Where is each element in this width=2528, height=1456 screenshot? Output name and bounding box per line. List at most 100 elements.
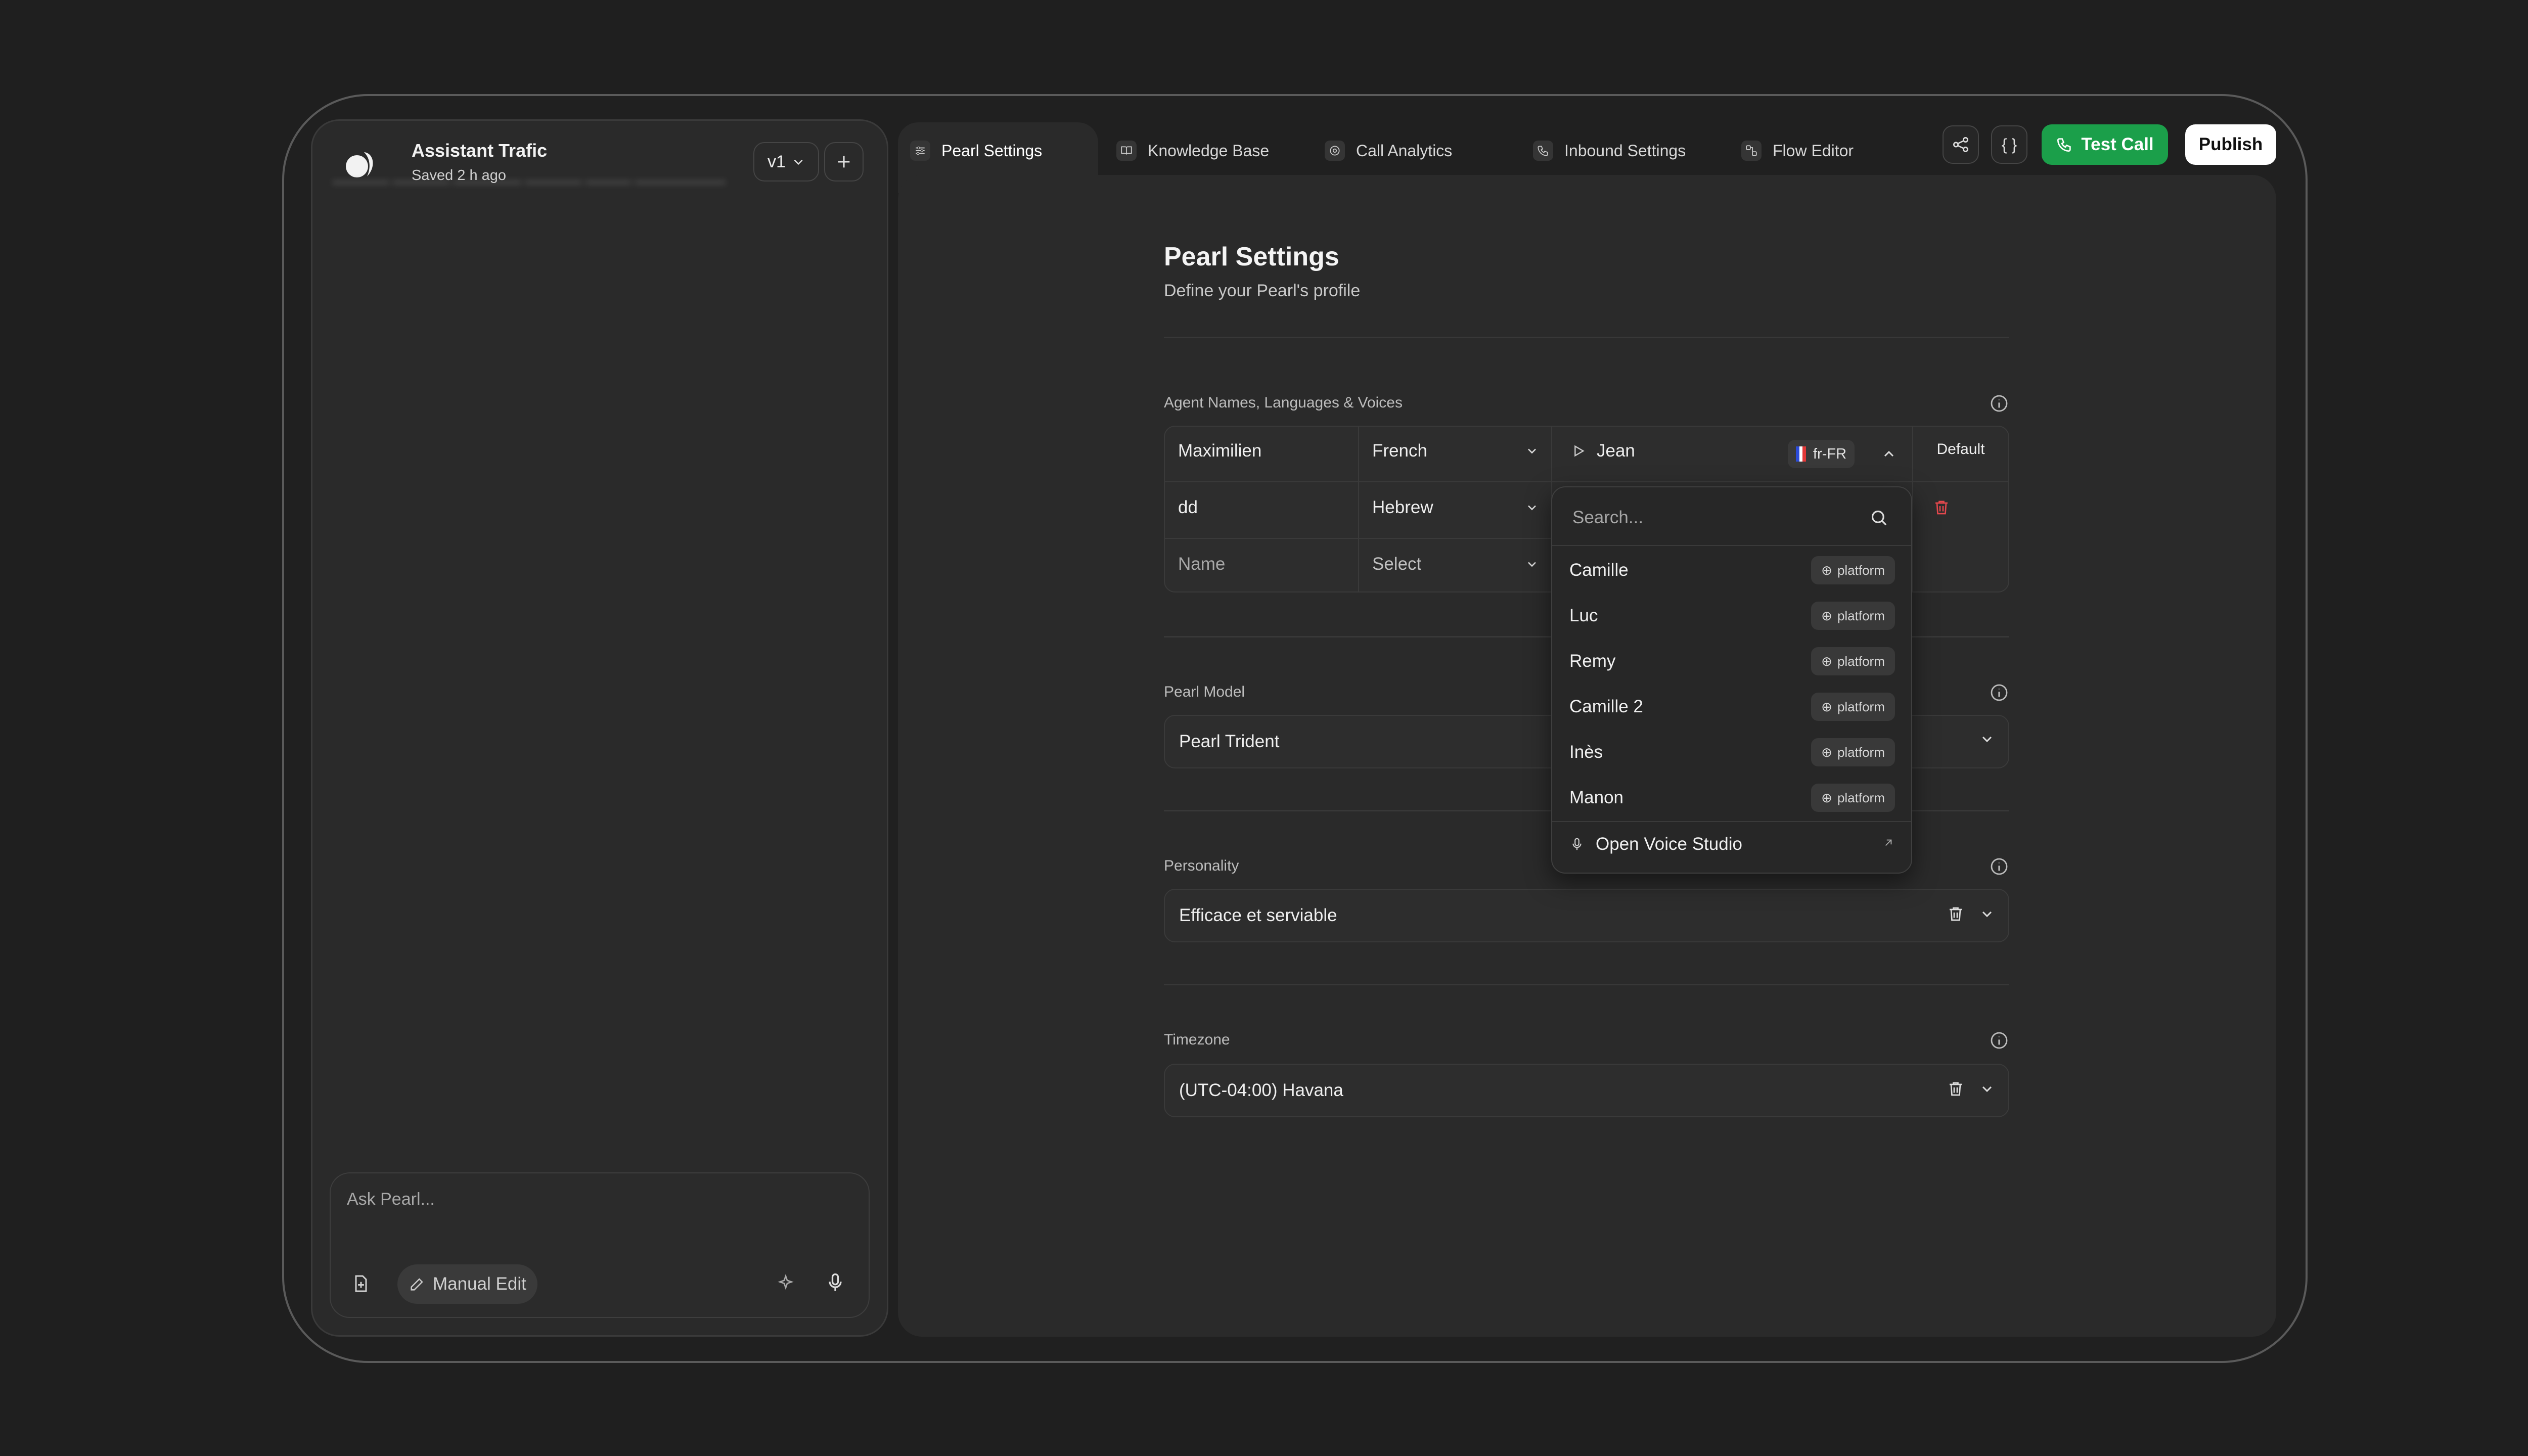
- dropdown-divider: [1552, 821, 1911, 822]
- play-icon[interactable]: [1570, 443, 1587, 459]
- chevron-down-icon[interactable]: [1979, 1081, 1995, 1097]
- row-divider: [1164, 481, 2009, 482]
- info-icon[interactable]: [1989, 1030, 2009, 1051]
- saved-status: Saved 2 h ago: [412, 167, 507, 184]
- page-subtitle: Define your Pearl's profile: [1164, 281, 1361, 300]
- chevron-up-icon[interactable]: [1881, 446, 1897, 462]
- tab-label: Flow Editor: [1773, 141, 1854, 160]
- globe-icon: ⊕: [1821, 653, 1832, 669]
- external-link-icon: [1885, 839, 1892, 846]
- publish-button[interactable]: Publish: [2185, 124, 2276, 165]
- trash-icon[interactable]: [1947, 1080, 1965, 1098]
- badge-label: platform: [1837, 562, 1885, 578]
- new-version-button[interactable]: [824, 142, 864, 181]
- personality-section-label: Personality: [1164, 857, 1239, 874]
- timezone-value: (UTC-04:00) Havana: [1179, 1080, 1343, 1100]
- blurred-background-text: ▁▁▁▁▁ ▁▁▁▁▁ ▁▁▁▁▁▁ ▁▁▁▁▁ ▁▁▁▁ ▁▁▁▁▁▁▁▁: [333, 167, 726, 184]
- voice-option-luc[interactable]: Luc: [1569, 606, 1598, 626]
- share-button[interactable]: [1943, 125, 1979, 164]
- tab-flow-editor[interactable]: Flow Editor: [1741, 135, 1854, 166]
- agent-name-input[interactable]: Name: [1178, 554, 1225, 574]
- trash-icon[interactable]: [1932, 498, 1951, 517]
- personality-select[interactable]: Efficace et serviable: [1164, 889, 2009, 942]
- version-label: v1: [768, 152, 786, 171]
- voice-option-camille[interactable]: Camille: [1569, 560, 1629, 580]
- chat-input[interactable]: Ask Pearl...: [347, 1190, 435, 1209]
- french-flag-icon: [1796, 446, 1807, 462]
- open-voice-studio-label: Open Voice Studio: [1596, 834, 1742, 854]
- info-icon[interactable]: [1989, 393, 2009, 414]
- voice-option-remy[interactable]: Remy: [1569, 651, 1615, 671]
- badge-label: platform: [1837, 790, 1885, 805]
- tab-call-analytics[interactable]: Call Analytics: [1325, 135, 1452, 166]
- chevron-down-icon[interactable]: [1979, 906, 1995, 922]
- platform-badge: ⊕ platform: [1811, 693, 1895, 721]
- voice-dropdown: Search... Camille ⊕ platform Luc ⊕ platfor…: [1551, 486, 1912, 874]
- microphone-icon[interactable]: [824, 1271, 846, 1294]
- agents-section-label: Agent Names, Languages & Voices: [1164, 394, 1403, 411]
- tab-label: Pearl Settings: [941, 141, 1043, 160]
- badge-label: platform: [1837, 653, 1885, 669]
- agent-language-select[interactable]: Select: [1372, 554, 1539, 574]
- platform-badge: ⊕ platform: [1811, 784, 1895, 812]
- chart-icon: [1325, 141, 1345, 161]
- tab-label: Knowledge Base: [1148, 141, 1270, 160]
- assistant-name: Assistant Trafic: [412, 140, 548, 161]
- voice-option-ines[interactable]: Inès: [1569, 742, 1603, 762]
- language-value: Hebrew: [1372, 497, 1433, 517]
- manual-edit-label: Manual Edit: [433, 1274, 526, 1294]
- info-icon[interactable]: [1989, 856, 2009, 877]
- edit-icon: [411, 1278, 423, 1291]
- timezone-select[interactable]: (UTC-04:00) Havana: [1164, 1064, 2009, 1117]
- phone-incoming-icon: [1533, 141, 1553, 161]
- page-title: Pearl Settings: [1164, 242, 1339, 271]
- attach-file-icon[interactable]: [351, 1273, 371, 1294]
- tab-inbound-settings[interactable]: Inbound Settings: [1533, 135, 1686, 166]
- field-icons: [1947, 1080, 1995, 1098]
- platform-badge: ⊕ platform: [1811, 738, 1895, 766]
- agent-name-input[interactable]: dd: [1178, 497, 1198, 518]
- badge-label: platform: [1837, 699, 1885, 714]
- dropdown-divider: [1552, 545, 1911, 546]
- agent-voice-select[interactable]: Jean: [1570, 441, 1635, 461]
- info-icon[interactable]: [1989, 682, 2009, 703]
- model-section-label: Pearl Model: [1164, 684, 1245, 700]
- globe-icon: ⊕: [1821, 562, 1832, 578]
- divider: [1164, 337, 2009, 338]
- book-icon: [1116, 141, 1137, 161]
- open-voice-studio-link[interactable]: Open Voice Studio: [1569, 834, 1742, 854]
- test-call-button[interactable]: Test Call: [2042, 124, 2168, 165]
- voice-option-camille-2[interactable]: Camille 2: [1569, 697, 1643, 717]
- agent-language-select[interactable]: Hebrew: [1372, 497, 1539, 518]
- tab-knowledge-base[interactable]: Knowledge Base: [1116, 135, 1269, 166]
- plus-icon: [838, 156, 850, 168]
- tab-label: Inbound Settings: [1564, 141, 1686, 160]
- locale-badge: fr-FR: [1788, 440, 1855, 468]
- personality-value: Efficace et serviable: [1179, 905, 1337, 925]
- voice-option-manon[interactable]: Manon: [1569, 788, 1623, 808]
- divider: [1164, 984, 2009, 985]
- chat-composer: Ask Pearl... Manual Edit: [330, 1172, 870, 1318]
- code-button[interactable]: { }: [1991, 125, 2027, 164]
- locale-value: fr-FR: [1813, 445, 1847, 462]
- default-tag: Default: [1936, 441, 1985, 458]
- trash-icon[interactable]: [1947, 905, 1965, 923]
- manual-edit-button[interactable]: Manual Edit: [397, 1264, 537, 1304]
- agent-name-input[interactable]: Maximilien: [1178, 441, 1261, 461]
- chevron-down-icon: [1528, 562, 1536, 567]
- language-value: Select: [1372, 554, 1422, 574]
- agent-language-select[interactable]: French: [1372, 441, 1539, 461]
- voice-search-input[interactable]: Search...: [1572, 508, 1643, 528]
- language-value: French: [1372, 441, 1427, 461]
- chevron-down-icon: [1528, 505, 1536, 511]
- platform-badge: ⊕ platform: [1811, 556, 1895, 584]
- sliders-icon: [910, 141, 930, 161]
- field-icons: [1947, 905, 1995, 923]
- sparkle-icon[interactable]: [776, 1273, 796, 1294]
- globe-icon: ⊕: [1821, 608, 1832, 623]
- col-divider: [1358, 426, 1359, 593]
- share-icon: [1953, 137, 1968, 152]
- tab-label: Call Analytics: [1356, 141, 1453, 160]
- version-select[interactable]: v1: [753, 142, 819, 181]
- tab-pearl-settings[interactable]: Pearl Settings: [910, 135, 1042, 166]
